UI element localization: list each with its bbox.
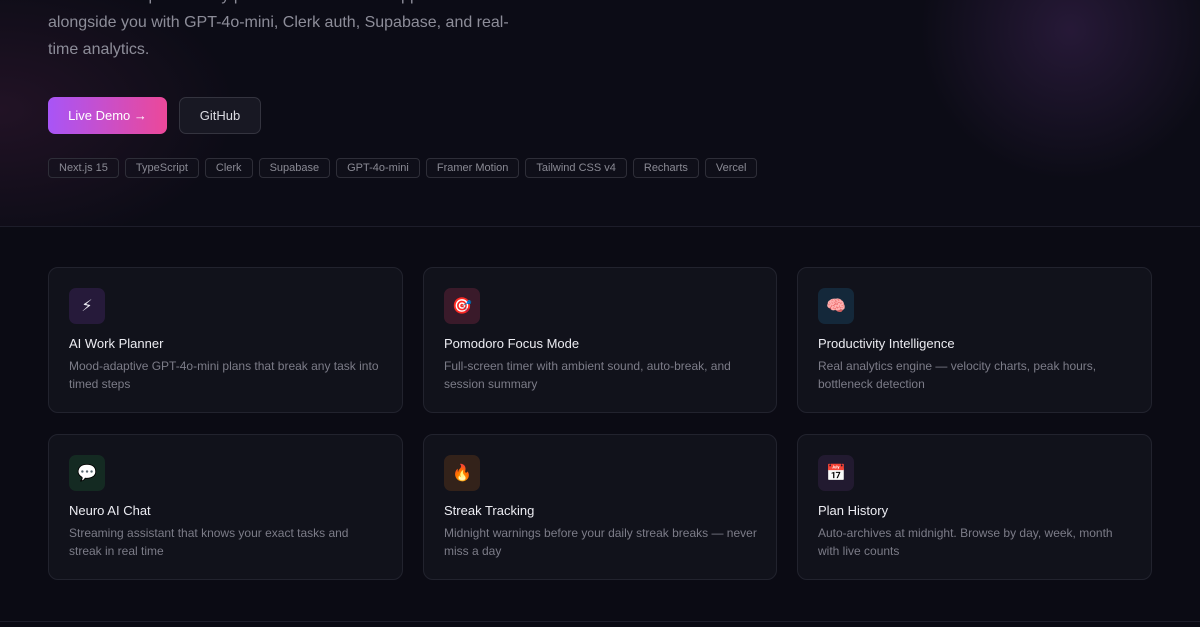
feature-card: 🎯 Pomodoro Focus Mode Full-screen timer … xyxy=(423,267,777,413)
feature-description: Auto-archives at midnight. Browse by day… xyxy=(818,526,1113,558)
tech-tags: Next.js 15 TypeScript Clerk Supabase GPT… xyxy=(48,158,758,178)
feature-card: 📅 Plan History Auto-archives at midnight… xyxy=(797,434,1152,580)
tag-tailwind: Tailwind CSS v4 xyxy=(525,158,627,178)
tag-nextjs: Next.js 15 xyxy=(48,158,119,178)
feature-title: Plan History xyxy=(818,503,889,518)
feature-card: 🔥 Streak Tracking Midnight warnings befo… xyxy=(423,434,777,580)
feature-description: Full-screen timer with ambient sound, au… xyxy=(444,359,731,391)
tag-gpt: GPT-4o-mini xyxy=(336,158,420,178)
tag-recharts: Recharts xyxy=(632,158,699,178)
tag-supabase: Supabase xyxy=(258,158,331,178)
tag-vercel: Vercel xyxy=(704,158,758,178)
brain-icon: 🧠 xyxy=(818,288,854,324)
feature-description: Real analytics engine — velocity charts,… xyxy=(818,359,1097,391)
feature-title: AI Work Planner xyxy=(69,336,164,351)
github-button[interactable]: GitHub xyxy=(179,97,261,134)
feature-card: 🧠 Productivity Intelligence Real analyti… xyxy=(797,267,1152,413)
tag-clerk: Clerk xyxy=(204,158,253,178)
hero-section: A full-stack AI productivity platform — … xyxy=(0,0,1200,227)
tag-framer-motion: Framer Motion xyxy=(425,158,520,178)
tag-typescript: TypeScript xyxy=(124,158,199,178)
feature-title: Streak Tracking xyxy=(444,503,535,518)
target-icon: 🎯 xyxy=(444,288,480,324)
feature-title: Neuro AI Chat xyxy=(69,503,151,518)
features-grid: ⚡ AI Work Planner Mood-adaptive GPT-4o-m… xyxy=(48,267,1152,580)
live-demo-button[interactable]: Live Demo → xyxy=(48,97,167,134)
feature-card: 💬 Neuro AI Chat Streaming assistant that… xyxy=(48,434,403,580)
section-divider xyxy=(0,621,1200,622)
hero-description: A full-stack AI productivity platform — … xyxy=(48,0,515,58)
chat-icon: 💬 xyxy=(69,455,105,491)
feature-title: Productivity Intelligence xyxy=(818,336,955,351)
feature-description: Streaming assistant that knows your exac… xyxy=(69,526,349,558)
feature-description: Midnight warnings before your daily stre… xyxy=(444,526,757,558)
feature-card: ⚡ AI Work Planner Mood-adaptive GPT-4o-m… xyxy=(48,267,403,413)
feature-description: Mood-adaptive GPT-4o-mini plans that bre… xyxy=(69,359,379,391)
lightning-icon: ⚡ xyxy=(69,288,105,324)
feature-title: Pomodoro Focus Mode xyxy=(444,336,580,351)
fire-icon: 🔥 xyxy=(444,455,480,491)
calendar-icon: 📅 xyxy=(818,455,854,491)
